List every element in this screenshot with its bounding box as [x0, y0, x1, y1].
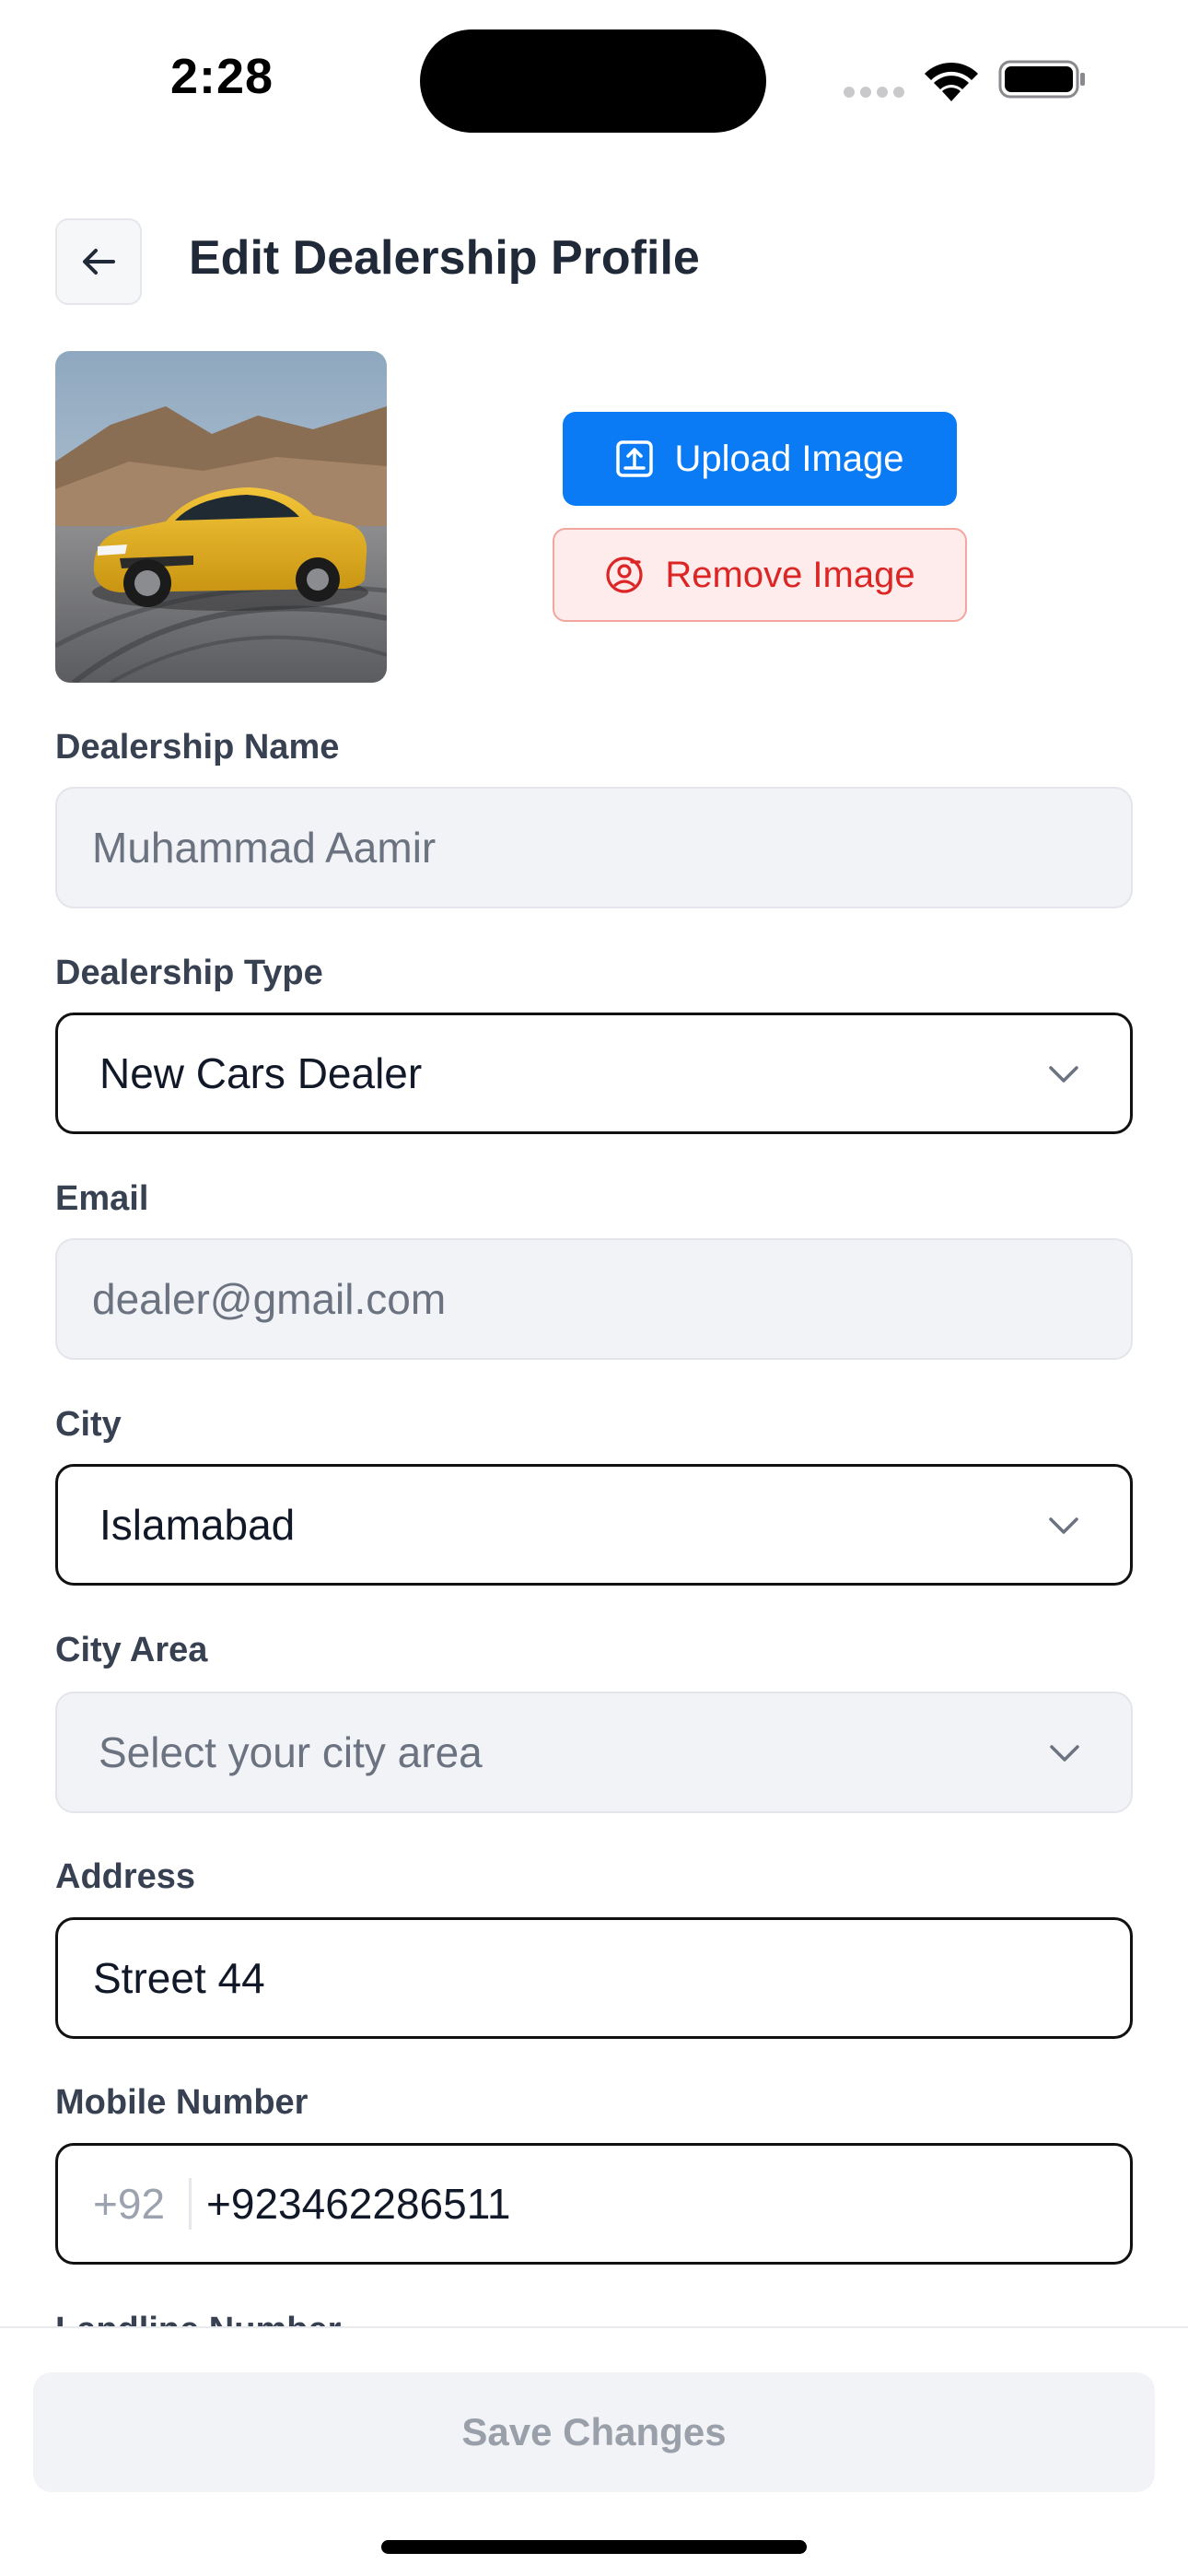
dealership-type-select[interactable]: New Cars Dealer: [55, 1013, 1133, 1134]
address-field[interactable]: Street 44: [55, 1917, 1133, 2039]
remove-image-button[interactable]: Remove Image: [553, 528, 967, 622]
dealership-type-value: New Cars Dealer: [99, 1049, 423, 1097]
dynamic-island: [420, 29, 766, 133]
remove-image-label: Remove Image: [665, 554, 915, 595]
city-area-placeholder: Select your city area: [99, 1728, 483, 1776]
upload-image-button[interactable]: Upload Image: [563, 412, 957, 506]
chevron-down-icon: [1050, 1745, 1079, 1762]
page-title: Edit Dealership Profile: [189, 231, 700, 285]
address-value: Street 44: [93, 1954, 265, 2002]
email-value: dealer@gmail.com: [92, 1275, 447, 1323]
upload-icon: [616, 440, 654, 477]
dealership-name-label: Dealership Name: [55, 728, 340, 767]
city-select[interactable]: Islamabad: [55, 1464, 1133, 1586]
dealership-name-field[interactable]: Muhammad Aamir: [55, 787, 1133, 908]
city-area-label: City Area: [55, 1631, 208, 1669]
mobile-number-value: +923462286511: [206, 2180, 511, 2228]
city-label: City: [55, 1405, 122, 1444]
email-label: Email: [55, 1179, 149, 1218]
status-time: 2:28: [170, 49, 274, 104]
dealership-name-value: Muhammad Aamir: [92, 824, 437, 872]
save-changes-button[interactable]: Save Changes: [33, 2372, 1155, 2492]
chevron-down-icon: [1049, 1517, 1078, 1534]
dealership-type-label: Dealership Type: [55, 954, 323, 992]
email-field[interactable]: dealer@gmail.com: [55, 1238, 1133, 1360]
back-button[interactable]: [55, 218, 142, 305]
arrow-left-icon: [83, 249, 115, 275]
city-value: Islamabad: [99, 1501, 296, 1549]
edit-dealership-screen: 2:28 Edit Dealership Profile Upload Imag…: [0, 0, 1188, 2576]
status-bar: 2:28: [0, 0, 1188, 157]
chevron-down-icon: [1049, 1066, 1078, 1083]
save-changes-label: Save Changes: [461, 2410, 727, 2453]
city-area-select[interactable]: Select your city area: [55, 1692, 1133, 1813]
user-remove-icon: [606, 556, 643, 593]
upload-image-label: Upload Image: [674, 438, 904, 479]
dealership-profile-image: [55, 351, 387, 683]
address-label: Address: [55, 1857, 196, 1896]
battery-icon: [998, 60, 1085, 99]
country-code-prefix: +92: [93, 2178, 192, 2230]
cellular-signal-icon: [844, 87, 904, 98]
mobile-number-field[interactable]: +92 +923462286511: [55, 2143, 1133, 2265]
home-indicator[interactable]: [381, 2540, 807, 2554]
mobile-number-label: Mobile Number: [55, 2083, 309, 2122]
wifi-icon: [925, 62, 978, 101]
